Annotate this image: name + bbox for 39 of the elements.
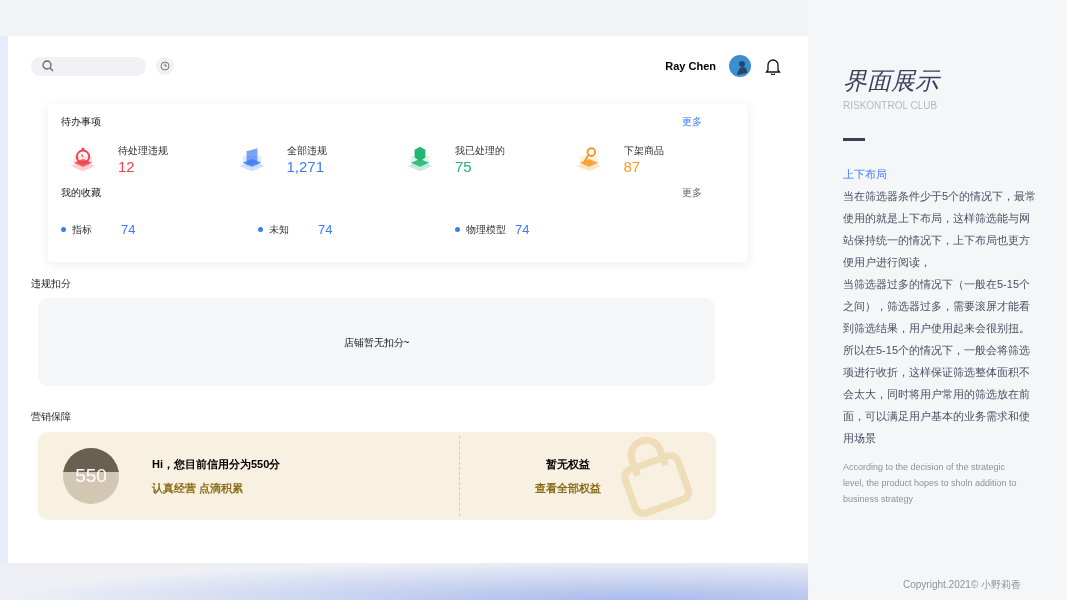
more-link[interactable]: 更多 (682, 185, 702, 200)
rights-link[interactable]: 查看全部权益 (535, 480, 601, 497)
page-subtitle: RISKONTROL CLUB (843, 99, 939, 113)
favorite-value: 74 (318, 221, 333, 239)
favorite-label: 物理模型 (466, 223, 507, 238)
search-field[interactable] (31, 56, 146, 76)
favorite-value: 74 (121, 221, 136, 239)
credit-greeting: Hi，您目前信用分为550分 (152, 456, 282, 472)
favorite-label: 指标 (72, 223, 93, 238)
section-title: 营销保障 (31, 410, 72, 424)
clock-icon (160, 61, 170, 71)
stat-value: 1,271 (286, 157, 326, 176)
stat-label: 我已处理的 (455, 143, 505, 158)
english-caption: According to the decision of the strategic level, the product hopes to sholn addition to business strategy (843, 460, 1018, 506)
stat-label: 待处理违规 (118, 143, 168, 158)
bell-icon[interactable] (765, 57, 781, 75)
copyright-text: Copyright.2021© 小野莉香 (903, 577, 1022, 592)
rights-title: 暂无权益 (546, 456, 590, 472)
page-title: 界面展示 (843, 66, 942, 96)
search-icon (42, 60, 54, 72)
section-title: 违规扣分 (31, 277, 72, 291)
section-title: 我的收藏 (61, 186, 101, 200)
favorite-value: 74 (515, 221, 530, 239)
description-paragraph: 当在筛选器条件少于5个的情况下，最常使用的就是上下布局，这样筛选能与网站保持统一的情况下，上下布局也更方便用户进行阅读， (843, 188, 1038, 270)
section-title: 待办事项 (61, 115, 101, 129)
history-button[interactable] (156, 57, 174, 75)
stat-label: 全部违规 (286, 143, 327, 158)
stat-label: 下架商品 (623, 143, 664, 158)
description-paragraph: 当筛选器过多的情况下（一般在5-15个之间），筛选器过多，需要滚屏才能看到筛选结果，用户使用起来会很别扭。所以在5-15个的情况下，一般会将筛选项进行收折，这样保证筛选整体面积不会太大，同时将用户常用的筛选放在前面，可以满足用户基本的业务需求和使用场景 (843, 276, 1032, 446)
stat-value: 87 (623, 157, 642, 176)
stat-value: 75 (455, 157, 473, 176)
stat-value: 12 (118, 157, 136, 176)
favorite-label: 未知 (269, 223, 290, 238)
section-heading: 上下布局 (843, 167, 888, 182)
user-name: Ray Chen (665, 58, 716, 74)
avatar[interactable] (729, 55, 751, 77)
empty-message: 店铺暂无扣分~ (343, 335, 410, 350)
more-link[interactable]: 更多 (682, 114, 702, 129)
credit-slogan: 认真经营 点滴积累 (152, 481, 245, 496)
